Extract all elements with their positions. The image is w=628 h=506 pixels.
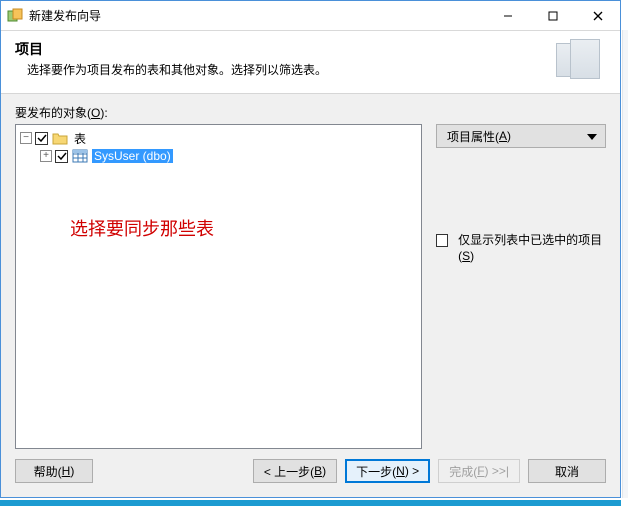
close-button[interactable] (575, 1, 620, 30)
folder-icon (52, 131, 68, 145)
objects-label-suffix: ): (100, 106, 107, 120)
header-graphic (552, 39, 602, 83)
show-selected-checkbox[interactable] (436, 234, 448, 247)
table-icon (72, 149, 88, 163)
tree-item-label[interactable]: SysUser (dbo) (92, 149, 173, 163)
side-column: 项目属性(A) 仅显示列表中已选中的项目(S) (436, 124, 606, 449)
tree-wrap: − 表 + SysUser (dbo) 选择要同步那些表 (15, 124, 422, 449)
expand-icon[interactable]: + (40, 150, 52, 162)
root-checkbox[interactable] (35, 132, 48, 145)
chevron-down-icon (587, 129, 597, 143)
object-tree[interactable]: − 表 + SysUser (dbo) 选择要同步那些表 (15, 124, 422, 449)
bottom-blue-bar (0, 500, 621, 506)
content-area: 要发布的对象(O): − 表 + SysUser (dbo) (1, 94, 620, 449)
show-selected-hotkey: S (462, 249, 470, 263)
header-panel: 项目 选择要作为项目发布的表和其他对象。选择列以筛选表。 (1, 31, 620, 94)
cancel-button[interactable]: 取消 (528, 459, 606, 483)
show-selected-row: 仅显示列表中已选中的项目(S) (436, 232, 606, 264)
item-properties-button[interactable]: 项目属性(A) (436, 124, 606, 148)
item-checkbox[interactable] (55, 150, 68, 163)
header-text: 项目 选择要作为项目发布的表和其他对象。选择列以筛选表。 (15, 39, 552, 78)
window-title: 新建发布向导 (29, 7, 485, 24)
annotation-text: 选择要同步那些表 (70, 215, 214, 241)
app-icon (7, 8, 23, 24)
properties-label-suffix: ) (507, 129, 511, 143)
titlebar: 新建发布向导 (1, 1, 620, 31)
collapse-icon[interactable]: − (20, 132, 32, 144)
mid-row: − 表 + SysUser (dbo) 选择要同步那些表 (15, 124, 606, 449)
show-selected-suffix: ) (470, 249, 474, 263)
minimize-button[interactable] (485, 1, 530, 30)
properties-hotkey: A (499, 129, 507, 143)
tree-root-label[interactable]: 表 (72, 130, 88, 147)
objects-label: 要发布的对象(O): (15, 104, 606, 121)
back-button[interactable]: < 上一步(B) (253, 459, 337, 483)
tree-item-row[interactable]: + SysUser (dbo) (18, 147, 419, 165)
show-selected-label: 仅显示列表中已选中的项目(S) (458, 232, 606, 264)
wizard-window: 新建发布向导 项目 选择要作为项目发布的表和其他对象。选择列以筛选表。 要发布的… (0, 0, 621, 498)
help-button[interactable]: 帮助(H) (15, 459, 93, 483)
maximize-button[interactable] (530, 1, 575, 30)
right-strip (622, 30, 628, 498)
properties-label-prefix: 项目属性( (447, 128, 499, 145)
footer: 帮助(H) < 上一步(B) 下一步(N) > 完成(F) >>| 取消 (1, 449, 620, 497)
next-button[interactable]: 下一步(N) > (345, 459, 430, 483)
objects-label-hotkey: O (91, 106, 100, 120)
header-desc: 选择要作为项目发布的表和其他对象。选择列以筛选表。 (27, 61, 552, 78)
objects-label-prefix: 要发布的对象( (15, 106, 91, 120)
finish-button: 完成(F) >>| (438, 459, 520, 483)
header-title: 项目 (15, 39, 552, 59)
tree-root-row[interactable]: − 表 (18, 129, 419, 147)
show-selected-prefix: 仅显示列表中已选中的项目( (458, 233, 602, 263)
